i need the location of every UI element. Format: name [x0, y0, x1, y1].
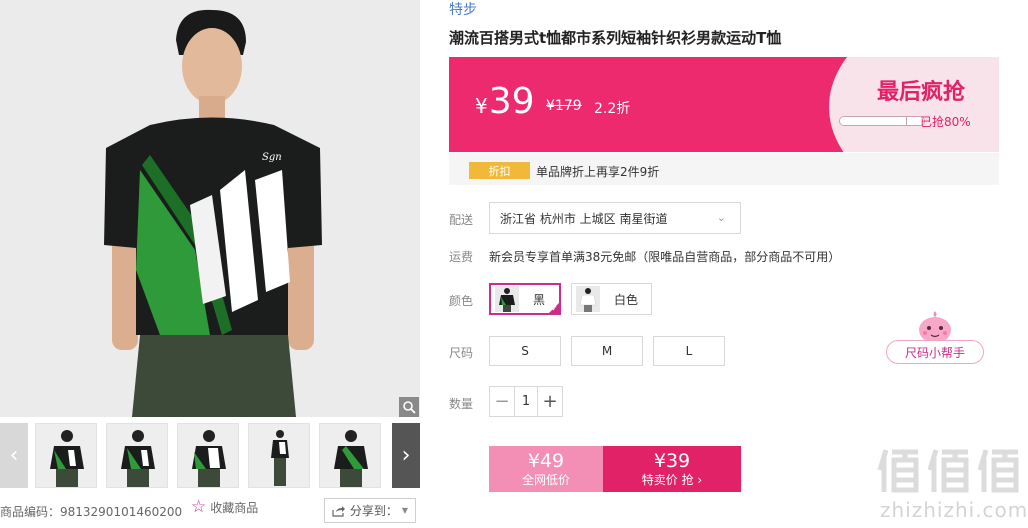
size-option-label: L [685, 344, 693, 358]
thumbnail[interactable] [177, 423, 239, 488]
price-banner: ¥39 ¥179 2.2折 最后疯抢 已抢80% [449, 57, 999, 152]
svg-text:Sgn: Sgn [262, 152, 282, 163]
size-option-label: S [521, 344, 529, 358]
thumbnail[interactable] [248, 423, 310, 488]
zoom-icon[interactable] [399, 397, 419, 417]
lowest-price-value: ¥49 [527, 450, 565, 472]
thumbnail[interactable] [319, 423, 381, 488]
size-option-m[interactable]: M [571, 336, 643, 366]
brand-link[interactable]: 特步 [449, 0, 477, 19]
thumbnail-strip: ‹ › [0, 423, 420, 488]
sold-progress-fill [840, 117, 908, 125]
quantity-stepper: − 1 + [489, 386, 563, 417]
color-swatch-white [576, 286, 600, 312]
size-helper[interactable]: 尺码小帮手 [886, 311, 986, 367]
product-main-image[interactable]: Sgn [0, 0, 420, 417]
rush-sale-title: 最后疯抢 [877, 80, 966, 105]
share-button[interactable]: 分享到： ▼ [324, 498, 416, 523]
color-option-label: 黑 [533, 292, 546, 307]
color-label: 颜色 [449, 294, 474, 308]
watermark-text: zhizhizhi.com [880, 498, 1028, 522]
current-price-value: 39 [488, 81, 535, 122]
sku-code: 商品编码：9813290101460200 [0, 505, 183, 519]
thumbnail-image [178, 424, 238, 487]
chevron-right-icon[interactable]: › [392, 423, 420, 488]
tshirt-model-photo: Sgn [0, 0, 420, 417]
watermark: zhizhizhi.com [876, 444, 1028, 524]
shipping-label: 运费 [449, 250, 474, 264]
color-option-label: 白色 [614, 292, 639, 307]
quantity-value[interactable]: 1 [514, 387, 538, 416]
shipping-text: 新会员专享首单满38元免邮（限唯品自营商品，部分商品不可用） [489, 250, 841, 264]
favorite-label: 收藏商品 [210, 501, 259, 515]
sold-progress-bar [839, 116, 925, 126]
plus-icon[interactable]: + [538, 387, 562, 416]
size-label: 尺码 [449, 346, 474, 360]
thumbnail[interactable] [35, 423, 97, 488]
size-option-label: M [601, 344, 613, 358]
caret-down-icon: ▼ [401, 506, 409, 515]
watermark-logo [877, 449, 1019, 493]
favorite-button[interactable]: ☆ 收藏商品 [191, 499, 258, 516]
promo-tag: 折扣 [469, 162, 530, 179]
original-price: ¥179 [546, 98, 582, 114]
promo-text: 单品牌折上再享2件9折 [536, 165, 660, 179]
lowest-price-label: 全网低价 [521, 473, 570, 487]
address-value: 浙江省 杭州市 上城区 南星街道 [500, 211, 668, 226]
sold-progress-text: 已抢80% [920, 115, 971, 129]
color-option-white[interactable]: 白色 [571, 283, 652, 315]
color-swatch-black [495, 286, 519, 312]
thumbnail-image [107, 424, 167, 487]
discount-rate: 2.2折 [594, 101, 631, 117]
lowest-price-button[interactable]: ¥49 全网低价 [489, 446, 603, 492]
share-icon [332, 505, 345, 517]
currency-symbol: ¥ [475, 94, 488, 118]
check-icon: ✓ [551, 304, 558, 313]
size-option-s[interactable]: S [489, 336, 561, 366]
chevron-down-icon: ⌄ [716, 211, 726, 224]
size-helper-label: 尺码小帮手 [886, 340, 984, 364]
chevron-left-icon[interactable]: ‹ [0, 423, 28, 488]
product-title: 潮流百搭男式t恤都市系列短袖针织衫男款运动T恤 [449, 29, 782, 47]
gallery-footer: 商品编码：9813290101460200 ☆ 收藏商品 分享到： ▼ [0, 498, 420, 524]
sale-price-value: ¥39 [653, 450, 691, 472]
quantity-label: 数量 [449, 397, 474, 411]
current-price: ¥39 [475, 84, 535, 120]
thumbnail-image [320, 424, 380, 487]
delivery-label: 配送 [449, 213, 474, 227]
size-option-l[interactable]: L [653, 336, 725, 366]
thumbnail-image [36, 424, 96, 487]
star-outline-icon: ☆ [191, 497, 207, 517]
promo-row: 折扣 单品牌折上再享2件9折 [449, 153, 999, 185]
buy-now-button[interactable]: ¥39 特卖价 抢 › [603, 446, 741, 492]
address-selector[interactable]: 浙江省 杭州市 上城区 南星街道 ⌄ [489, 202, 741, 234]
thumbnail-image [249, 424, 309, 487]
color-option-black[interactable]: 黑 ✓ [489, 283, 561, 315]
sale-price-label: 特卖价 抢 › [641, 473, 703, 487]
thumbnail[interactable] [106, 423, 168, 488]
share-label: 分享到： [349, 504, 398, 518]
minus-icon[interactable]: − [490, 387, 514, 416]
